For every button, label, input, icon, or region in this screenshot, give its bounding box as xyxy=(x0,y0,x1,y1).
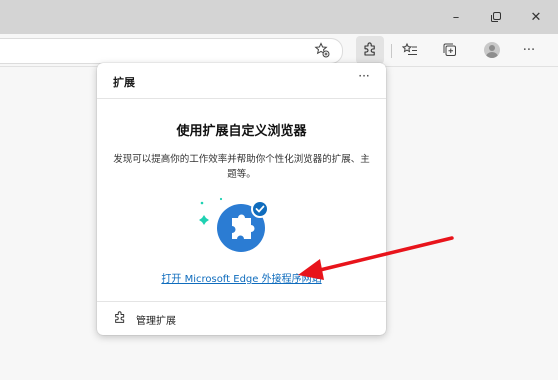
title-bar: – ✕ xyxy=(0,0,558,34)
sparkle-dot xyxy=(200,201,204,205)
extensions-button[interactable] xyxy=(356,36,384,64)
avatar xyxy=(484,42,500,58)
popup-description: 发现可以提高你的工作效率并帮助你个性化浏览器的扩展、主题等。 xyxy=(113,154,370,180)
favorites-icon xyxy=(402,42,417,55)
extensions-popup: 扩展 ··· 使用扩展自定义浏览器 发现可以提高你的工作效率并帮助你个性化浏览器… xyxy=(97,63,386,335)
popup-header: 扩展 ··· xyxy=(97,63,386,97)
close-button[interactable]: ✕ xyxy=(516,0,556,34)
manage-extensions-label: 管理扩展 xyxy=(136,316,176,327)
collections-icon xyxy=(443,43,456,56)
sparkle-dot xyxy=(219,197,223,201)
extensions-icon xyxy=(115,311,125,323)
toolbar-separator xyxy=(391,44,392,58)
popup-divider-bottom xyxy=(97,301,386,302)
favorite-add-icon xyxy=(314,42,330,58)
manage-extensions-item[interactable]: 管理扩展 xyxy=(97,303,386,335)
edge-addons-link[interactable]: 打开 Microsoft Edge 外接程序网站 xyxy=(97,270,386,285)
popup-divider-top xyxy=(97,98,386,99)
check-badge xyxy=(251,200,269,218)
extension-illustration xyxy=(199,197,269,252)
settings-more-button[interactable]: ··· xyxy=(519,40,539,60)
profile-button[interactable] xyxy=(482,40,502,60)
sparkle-icon xyxy=(199,215,209,225)
popup-headline: 使用扩展自定义浏览器 xyxy=(176,124,307,139)
popup-more-button[interactable]: ··· xyxy=(353,69,375,89)
extensions-icon xyxy=(364,42,375,56)
address-bar[interactable] xyxy=(0,38,343,64)
maximize-button[interactable] xyxy=(476,0,516,34)
popup-title: 扩展 xyxy=(113,76,135,89)
collections-button[interactable] xyxy=(440,40,460,60)
minimize-button[interactable]: – xyxy=(436,0,476,34)
restore-icon xyxy=(491,12,501,22)
add-favorite-button[interactable] xyxy=(312,40,332,60)
favorites-button[interactable] xyxy=(400,40,420,60)
